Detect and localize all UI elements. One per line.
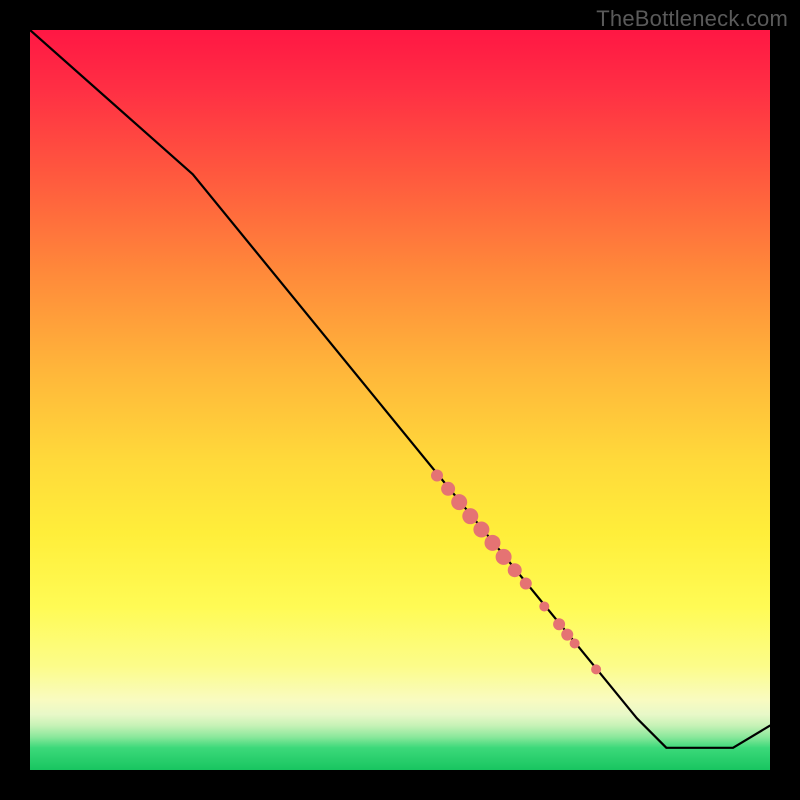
chart-marker (539, 601, 549, 611)
chart-marker (473, 522, 489, 538)
chart-marker (431, 469, 443, 481)
chart-line-series (30, 30, 770, 748)
chart-marker (570, 638, 580, 648)
chart-marker (485, 535, 501, 551)
chart-marker (591, 664, 601, 674)
chart-markers-group (431, 469, 601, 674)
chart-marker (553, 618, 565, 630)
chart-svg (30, 30, 770, 770)
chart-marker (451, 494, 467, 510)
chart-marker (520, 578, 532, 590)
chart-marker (462, 508, 478, 524)
chart-plot-area (30, 30, 770, 770)
chart-marker (561, 629, 573, 641)
chart-marker (441, 482, 455, 496)
chart-marker (508, 563, 522, 577)
chart-marker (496, 549, 512, 565)
watermark-text: TheBottleneck.com (596, 6, 788, 32)
